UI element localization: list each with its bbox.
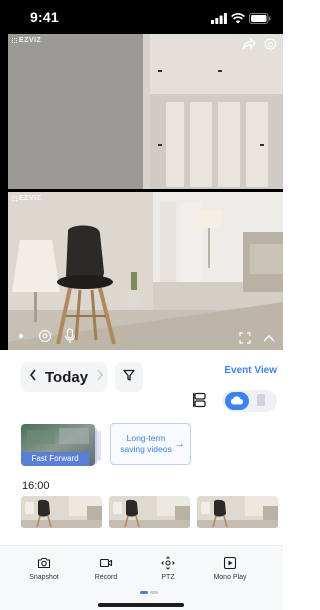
long-term-saving-text: Long-term saving videos [120, 433, 172, 454]
video-bottom-controls-right [239, 332, 275, 344]
fullscreen-icon[interactable] [239, 332, 251, 344]
camera-icon [14, 556, 74, 570]
sd-card-icon[interactable] [255, 393, 267, 412]
video-top-controls [242, 38, 277, 51]
camera-feed-top[interactable]: EZVIZ [8, 34, 283, 189]
status-bar: 9:41 [0, 0, 283, 34]
chevron-left-icon[interactable] [29, 368, 37, 386]
event-view-link[interactable]: Event View [224, 365, 277, 376]
camera-feed-bottom[interactable]: EZVIZ [8, 192, 283, 350]
capture-icon[interactable] [38, 329, 52, 343]
recording-thumbnail[interactable] [21, 496, 102, 528]
chevron-right-icon [96, 368, 104, 386]
date-picker[interactable]: Today [21, 362, 107, 392]
brand-logo: EZVIZ [12, 37, 41, 44]
brand-text: EZVIZ [19, 37, 42, 44]
fast-forward-card[interactable]: Fast Forward [21, 424, 95, 466]
status-icons [211, 11, 271, 29]
list-view-icon[interactable] [193, 392, 207, 413]
tab-ptz[interactable]: PTZ [138, 556, 198, 581]
mono-play-icon [200, 556, 260, 570]
recording-thumbnail[interactable] [197, 496, 278, 528]
timeline-time-label: 16:00 [22, 480, 50, 492]
filter-icon [123, 368, 135, 386]
storage-toggle[interactable] [222, 390, 277, 412]
long-term-saving-card[interactable]: Long-term saving videos → [110, 423, 191, 465]
cloud-icon [230, 392, 244, 410]
ptz-icon [138, 556, 198, 570]
filter-button[interactable] [115, 362, 143, 392]
signal-icon [211, 11, 227, 29]
share-icon[interactable] [242, 38, 256, 51]
tab-label: Mono Play [213, 574, 247, 581]
live-video-area[interactable]: EZVIZ EZVIZ [0, 34, 283, 350]
video-bottom-controls-left [16, 328, 76, 344]
brand-text: EZVIZ [19, 195, 42, 202]
arrow-right-icon: → [174, 438, 185, 450]
tab-record[interactable]: Record [76, 556, 136, 581]
record-dot-icon[interactable] [16, 331, 26, 341]
playback-action-bar: Snapshot Record PTZ Mono Play [0, 545, 283, 610]
page-dot [150, 591, 158, 594]
tab-snapshot[interactable]: Snapshot [14, 556, 74, 581]
view-options-row [0, 390, 283, 414]
brand-logo-secondary: EZVIZ [12, 195, 41, 202]
microphone-icon[interactable] [64, 328, 76, 344]
date-selector-row: Today Event View [0, 360, 283, 394]
home-indicator [98, 603, 184, 607]
page-dot-active [140, 591, 148, 594]
recording-thumbnail[interactable] [109, 496, 190, 528]
tab-label: Record [94, 574, 118, 581]
cloud-storage-option[interactable] [225, 392, 249, 410]
settings-icon[interactable] [264, 38, 277, 51]
recording-thumbnails [21, 496, 279, 528]
tab-label: Snapshot [29, 574, 59, 581]
collapse-icon[interactable] [263, 334, 275, 342]
battery-icon [249, 11, 271, 29]
status-time: 9:41 [30, 9, 59, 25]
tab-mono-play[interactable]: Mono Play [200, 556, 260, 581]
page-indicator [140, 591, 158, 594]
tab-label: PTZ [161, 574, 175, 581]
video-record-icon [76, 556, 136, 570]
fast-forward-label: Fast Forward [21, 452, 89, 466]
wifi-icon [231, 11, 245, 29]
date-label[interactable]: Today [45, 369, 88, 386]
